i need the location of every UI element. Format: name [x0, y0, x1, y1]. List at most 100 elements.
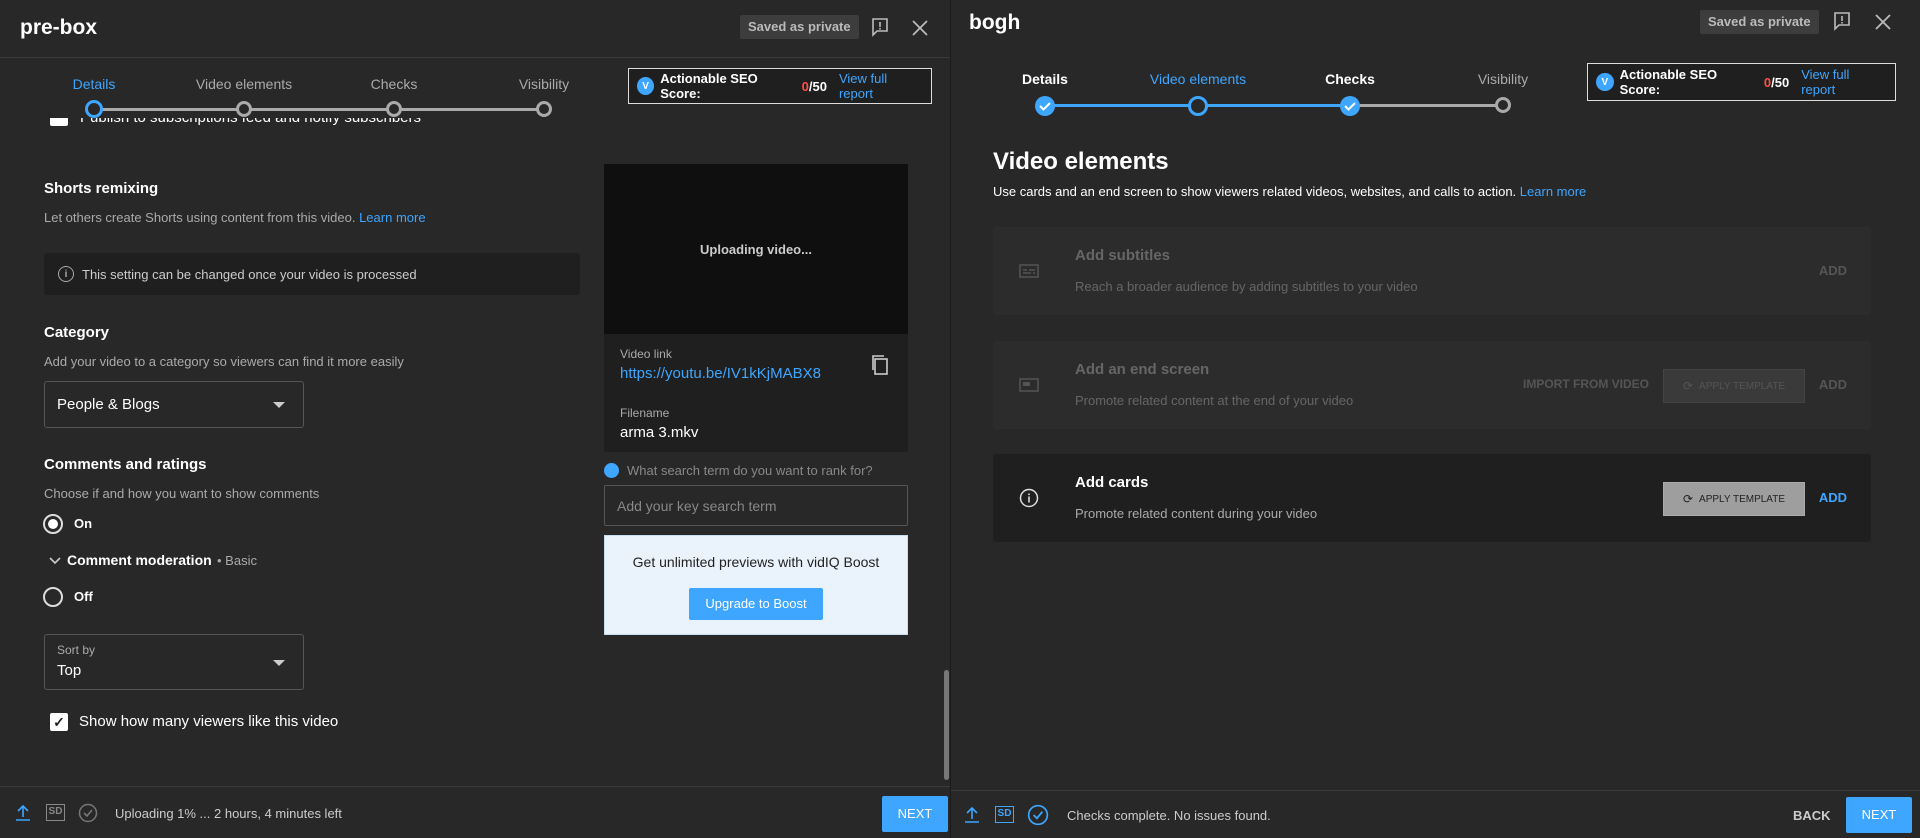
sort-by-value: Top — [57, 662, 82, 679]
filename-label: Filename — [620, 406, 670, 420]
dialog-header: bogh Saved as private — [951, 0, 1920, 56]
seo-score-panel: V Actionable SEO Score: 0/50 View full r… — [1587, 63, 1896, 101]
step-details[interactable]: Details — [1022, 71, 1068, 87]
comments-on-label: On — [74, 516, 93, 531]
subscriptions-feed-row: Publish to subscriptions feed and notify… — [50, 118, 570, 142]
sort-by-label: Sort by — [57, 643, 96, 657]
keyword-question-text: What search term do you want to rank for… — [627, 463, 873, 478]
next-button[interactable]: NEXT — [882, 796, 948, 832]
sort-by-select[interactable]: Sort by Top — [44, 634, 304, 690]
keyword-input[interactable] — [604, 485, 908, 526]
upgrade-button[interactable]: Upgrade to Boost — [689, 588, 823, 620]
upload-icon — [16, 804, 30, 821]
sd-badge: SD — [995, 806, 1014, 823]
subscriptions-feed-checkbox[interactable] — [50, 118, 68, 126]
shorts-note: i This setting can be changed once your … — [44, 253, 580, 295]
cards-desc: Promote related content during your vide… — [1075, 506, 1318, 521]
step-video-elements[interactable]: Video elements — [1150, 71, 1246, 87]
comments-off-radio[interactable] — [43, 587, 63, 607]
end-screen-desc: Promote related content at the end of yo… — [1075, 393, 1354, 408]
step-checks[interactable]: Checks — [371, 76, 418, 92]
video-link[interactable]: https://youtu.be/IV1kKjMABX8 — [620, 365, 821, 382]
saved-status-badge: Saved as private — [1700, 10, 1819, 34]
dialog-footer: SD Checks complete. No issues found. BAC… — [951, 790, 1920, 838]
apply-template-button[interactable]: ⟳ APPLY TEMPLATE — [1663, 482, 1805, 516]
seo-score: 0 — [801, 78, 809, 94]
shorts-remixing-title: Shorts remixing — [44, 180, 159, 197]
shorts-remixing-desc: Let others create Shorts using content f… — [44, 210, 426, 225]
filename-value: arma 3.mkv — [620, 424, 699, 441]
subtitles-card: Add subtitles Reach a broader audience b… — [993, 227, 1871, 315]
seo-label: Actionable SEO Score: — [660, 71, 758, 101]
step-dot-visibility — [536, 101, 552, 117]
step-dot-checks — [386, 101, 402, 117]
import-from-video-button[interactable]: IMPORT FROM VIDEO — [1523, 377, 1649, 391]
feedback-icon[interactable] — [1832, 11, 1852, 31]
page-desc-text: Use cards and an end screen to show view… — [993, 184, 1517, 199]
step-details[interactable]: Details — [73, 76, 116, 92]
show-likes-label: Show how many viewers like this video — [79, 713, 339, 730]
check-circle-icon — [78, 803, 98, 823]
category-title: Category — [44, 324, 110, 341]
copy-icon[interactable] — [870, 354, 890, 376]
vidiq-icon — [604, 463, 619, 478]
comment-moderation-toggle[interactable]: Comment moderation — [67, 552, 212, 568]
step-dot-checks — [1340, 96, 1360, 116]
step-dot-video-elements — [236, 101, 252, 117]
chevron-down-icon[interactable] — [49, 555, 61, 567]
apply-template-label: APPLY TEMPLATE — [1699, 380, 1786, 392]
cards-title: Add cards — [1075, 474, 1149, 491]
back-button[interactable]: BACK — [1793, 808, 1831, 823]
category-select[interactable]: People & Blogs — [44, 381, 304, 428]
info-icon: i — [58, 266, 74, 282]
subtitles-desc: Reach a broader audience by adding subti… — [1075, 279, 1418, 294]
add-subtitles-button[interactable]: ADD — [1819, 263, 1847, 278]
show-likes-checkbox[interactable]: ✓ — [50, 713, 68, 731]
seo-max: /50 — [1771, 74, 1790, 90]
seo-max: /50 — [808, 78, 827, 94]
apply-template-label: APPLY TEMPLATE — [1699, 493, 1786, 505]
close-icon[interactable] — [910, 18, 930, 38]
subscriptions-feed-label: Publish to subscriptions feed and notify… — [80, 118, 421, 126]
step-dot-video-elements — [1188, 96, 1208, 116]
end-screen-title: Add an end screen — [1075, 361, 1210, 378]
feedback-icon[interactable] — [870, 17, 890, 37]
step-visibility[interactable]: Visibility — [1478, 71, 1528, 87]
add-end-screen-button[interactable]: ADD — [1819, 377, 1847, 392]
dialog-title: bogh — [969, 11, 1021, 34]
dialog-footer: SD Uploading 1% ... 2 hours, 4 minutes l… — [0, 786, 950, 838]
learn-more-link[interactable]: Learn more — [1520, 184, 1586, 199]
comments-desc: Choose if and how you want to show comme… — [44, 486, 320, 501]
dialog-title: pre-box — [20, 16, 98, 39]
category-desc: Add your video to a category so viewers … — [44, 354, 404, 369]
shorts-note-text: This setting can be changed once your vi… — [82, 266, 417, 282]
view-full-report-link[interactable]: View full report — [1801, 67, 1885, 97]
chevron-down-icon — [273, 660, 285, 666]
step-checks[interactable]: Checks — [1325, 71, 1375, 87]
shorts-learn-more-link[interactable]: Learn more — [359, 210, 425, 225]
end-screen-card: Add an end screen Promote related conten… — [993, 341, 1871, 429]
seo-score-panel: V Actionable SEO Score: 0/50 View full r… — [628, 68, 932, 104]
cards-card: Add cards Promote related content during… — [993, 454, 1871, 542]
end-screen-icon — [1019, 378, 1039, 392]
page-title: Video elements — [993, 148, 1169, 175]
comments-on-radio[interactable] — [43, 514, 63, 534]
scrollbar[interactable] — [944, 670, 949, 780]
step-track — [94, 108, 544, 111]
step-visibility[interactable]: Visibility — [519, 76, 569, 92]
comments-off-label: Off — [74, 589, 93, 604]
close-icon[interactable] — [1873, 12, 1893, 32]
view-full-report-link[interactable]: View full report — [839, 71, 921, 101]
sd-badge: SD — [46, 804, 65, 821]
upload-status: Uploading 1% ... 2 hours, 4 minutes left — [115, 806, 342, 821]
add-cards-button[interactable]: ADD — [1819, 490, 1847, 505]
template-icon: ⟳ — [1682, 492, 1694, 506]
step-video-elements[interactable]: Video elements — [196, 76, 292, 92]
video-preview-card: Uploading video... Video link https://yo… — [604, 164, 908, 452]
keyword-question: What search term do you want to rank for… — [604, 463, 873, 478]
apply-template-button[interactable]: ⟳ APPLY TEMPLATE — [1663, 369, 1805, 403]
next-button[interactable]: NEXT — [1846, 797, 1912, 833]
vidiq-icon: V — [1596, 73, 1614, 91]
step-track — [1350, 104, 1503, 107]
upload-dialog-right: bogh Saved as private Details Video elem… — [950, 0, 1920, 838]
